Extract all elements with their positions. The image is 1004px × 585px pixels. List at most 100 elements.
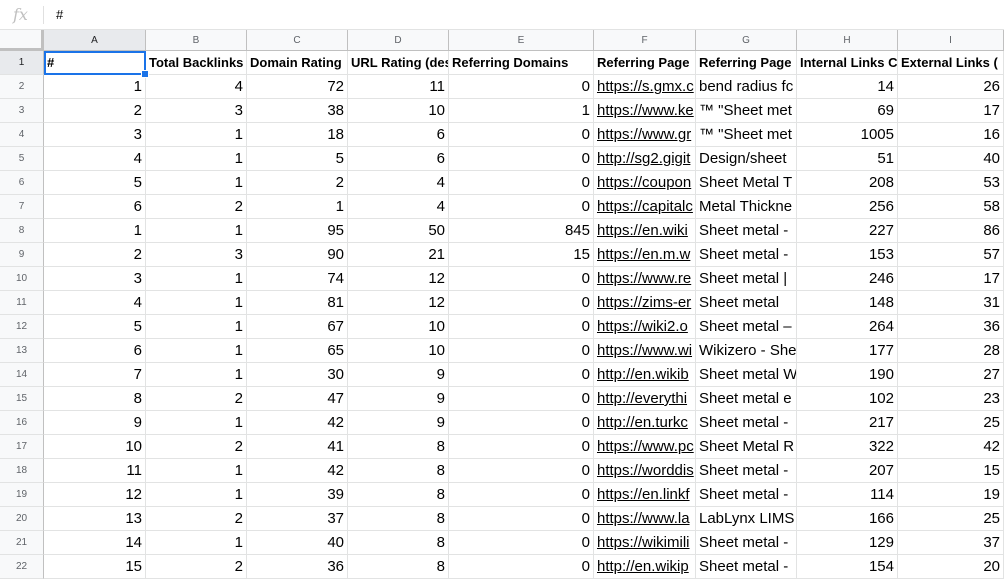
cell-b5[interactable]: 1 (146, 147, 247, 171)
column-header-g[interactable]: G (696, 30, 797, 51)
cell-g22[interactable]: Sheet metal - (696, 555, 797, 579)
header-cell-c[interactable]: Domain Rating (247, 51, 348, 75)
cell-b10[interactable]: 1 (146, 267, 247, 291)
cell-b13[interactable]: 1 (146, 339, 247, 363)
cell-d9[interactable]: 21 (348, 243, 449, 267)
cell-a4[interactable]: 3 (44, 123, 146, 147)
cell-a21[interactable]: 14 (44, 531, 146, 555)
cell-h17[interactable]: 322 (797, 435, 898, 459)
cell-f21[interactable]: https://wikimili (594, 531, 696, 555)
column-header-h[interactable]: H (797, 30, 898, 51)
cell-c11[interactable]: 81 (247, 291, 348, 315)
cell-d13[interactable]: 10 (348, 339, 449, 363)
cell-i2[interactable]: 26 (898, 75, 1004, 99)
cell-h9[interactable]: 153 (797, 243, 898, 267)
cell-g5[interactable]: Design/sheet (696, 147, 797, 171)
cell-f13[interactable]: https://www.wi (594, 339, 696, 363)
cell-e12[interactable]: 0 (449, 315, 594, 339)
cell-c12[interactable]: 67 (247, 315, 348, 339)
cell-b2[interactable]: 4 (146, 75, 247, 99)
cell-e10[interactable]: 0 (449, 267, 594, 291)
cell-a5[interactable]: 4 (44, 147, 146, 171)
column-header-c[interactable]: C (247, 30, 348, 51)
cell-g16[interactable]: Sheet metal - (696, 411, 797, 435)
cell-g11[interactable]: Sheet metal (696, 291, 797, 315)
cell-g10[interactable]: Sheet metal | (696, 267, 797, 291)
cell-d5[interactable]: 6 (348, 147, 449, 171)
cell-f5[interactable]: http://sg2.gigit (594, 147, 696, 171)
column-header-b[interactable]: B (146, 30, 247, 51)
header-cell-f[interactable]: Referring Page (594, 51, 696, 75)
cell-h16[interactable]: 217 (797, 411, 898, 435)
row-header-3[interactable]: 3 (0, 99, 44, 123)
cell-f17[interactable]: https://www.pc (594, 435, 696, 459)
cell-c9[interactable]: 90 (247, 243, 348, 267)
cell-f16[interactable]: http://en.turkc (594, 411, 696, 435)
cell-g15[interactable]: Sheet metal e (696, 387, 797, 411)
cell-b19[interactable]: 1 (146, 483, 247, 507)
header-cell-i[interactable]: External Links ( (898, 51, 1004, 75)
cell-g8[interactable]: Sheet metal - (696, 219, 797, 243)
cell-h8[interactable]: 227 (797, 219, 898, 243)
row-header-13[interactable]: 13 (0, 339, 44, 363)
cell-c21[interactable]: 40 (247, 531, 348, 555)
cell-c17[interactable]: 41 (247, 435, 348, 459)
cell-f3[interactable]: https://www.ke (594, 99, 696, 123)
cell-g12[interactable]: Sheet metal – (696, 315, 797, 339)
cell-b18[interactable]: 1 (146, 459, 247, 483)
cell-e6[interactable]: 0 (449, 171, 594, 195)
cell-a6[interactable]: 5 (44, 171, 146, 195)
cell-h13[interactable]: 177 (797, 339, 898, 363)
cell-f18[interactable]: https://worddis (594, 459, 696, 483)
cell-a10[interactable]: 3 (44, 267, 146, 291)
cell-e2[interactable]: 0 (449, 75, 594, 99)
column-header-a[interactable]: A (44, 30, 146, 51)
cell-f8[interactable]: https://en.wiki (594, 219, 696, 243)
cell-i5[interactable]: 40 (898, 147, 1004, 171)
cell-i10[interactable]: 17 (898, 267, 1004, 291)
row-header-15[interactable]: 15 (0, 387, 44, 411)
cell-g2[interactable]: bend radius fc (696, 75, 797, 99)
cell-d2[interactable]: 11 (348, 75, 449, 99)
column-header-f[interactable]: F (594, 30, 696, 51)
cell-g9[interactable]: Sheet metal - (696, 243, 797, 267)
cell-a22[interactable]: 15 (44, 555, 146, 579)
cell-h5[interactable]: 51 (797, 147, 898, 171)
cell-e20[interactable]: 0 (449, 507, 594, 531)
cell-g6[interactable]: Sheet Metal T (696, 171, 797, 195)
cell-a18[interactable]: 11 (44, 459, 146, 483)
cell-i9[interactable]: 57 (898, 243, 1004, 267)
cell-c5[interactable]: 5 (247, 147, 348, 171)
cell-g21[interactable]: Sheet metal - (696, 531, 797, 555)
cell-c19[interactable]: 39 (247, 483, 348, 507)
cell-e7[interactable]: 0 (449, 195, 594, 219)
cell-b14[interactable]: 1 (146, 363, 247, 387)
cell-a17[interactable]: 10 (44, 435, 146, 459)
cell-g3[interactable]: ™ "Sheet met (696, 99, 797, 123)
cell-f12[interactable]: https://wiki2.o (594, 315, 696, 339)
cell-e9[interactable]: 15 (449, 243, 594, 267)
cell-g18[interactable]: Sheet metal - (696, 459, 797, 483)
cell-d7[interactable]: 4 (348, 195, 449, 219)
cell-d3[interactable]: 10 (348, 99, 449, 123)
cell-d15[interactable]: 9 (348, 387, 449, 411)
row-header-17[interactable]: 17 (0, 435, 44, 459)
row-header-8[interactable]: 8 (0, 219, 44, 243)
cell-h21[interactable]: 129 (797, 531, 898, 555)
row-header-10[interactable]: 10 (0, 267, 44, 291)
cell-g17[interactable]: Sheet Metal R (696, 435, 797, 459)
cell-h12[interactable]: 264 (797, 315, 898, 339)
cell-e11[interactable]: 0 (449, 291, 594, 315)
cell-b20[interactable]: 2 (146, 507, 247, 531)
cell-h10[interactable]: 246 (797, 267, 898, 291)
cell-d18[interactable]: 8 (348, 459, 449, 483)
cell-d12[interactable]: 10 (348, 315, 449, 339)
cell-i6[interactable]: 53 (898, 171, 1004, 195)
formula-input[interactable]: # (56, 7, 63, 22)
cell-a16[interactable]: 9 (44, 411, 146, 435)
row-header-14[interactable]: 14 (0, 363, 44, 387)
header-cell-d[interactable]: URL Rating (des (348, 51, 449, 75)
cell-f15[interactable]: http://everythi (594, 387, 696, 411)
cell-f19[interactable]: https://en.linkf (594, 483, 696, 507)
cell-e21[interactable]: 0 (449, 531, 594, 555)
